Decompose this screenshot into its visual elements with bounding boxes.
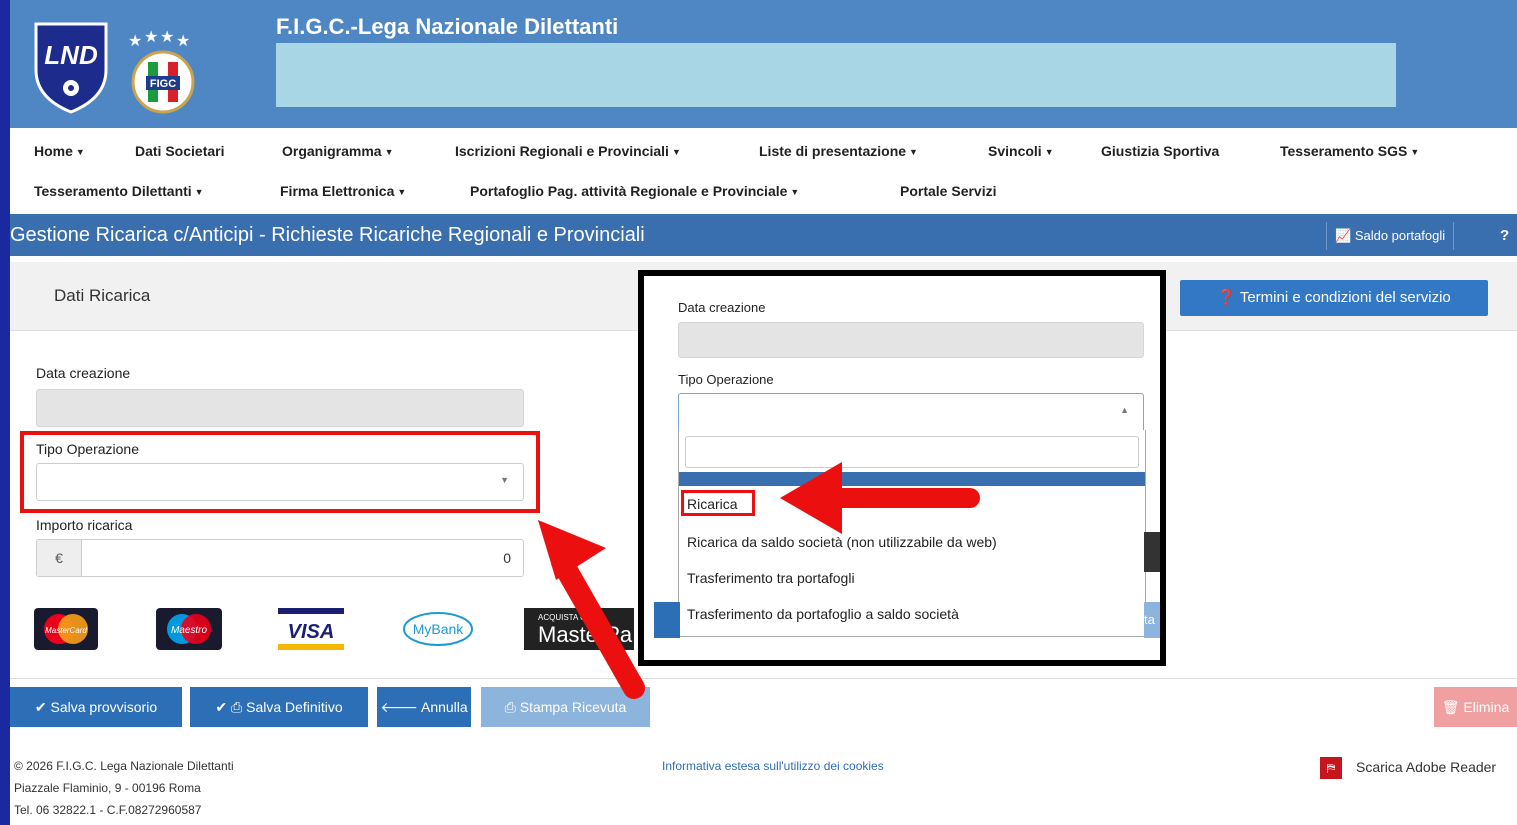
annotation-arrows [538, 462, 980, 699]
arrow-to-field [551, 551, 645, 699]
arrow-to-option-head [780, 462, 842, 534]
page: LND ★ ★ ★ ★ FIGC F.I.G.C.-Lega Nazionale… [10, 0, 1517, 825]
